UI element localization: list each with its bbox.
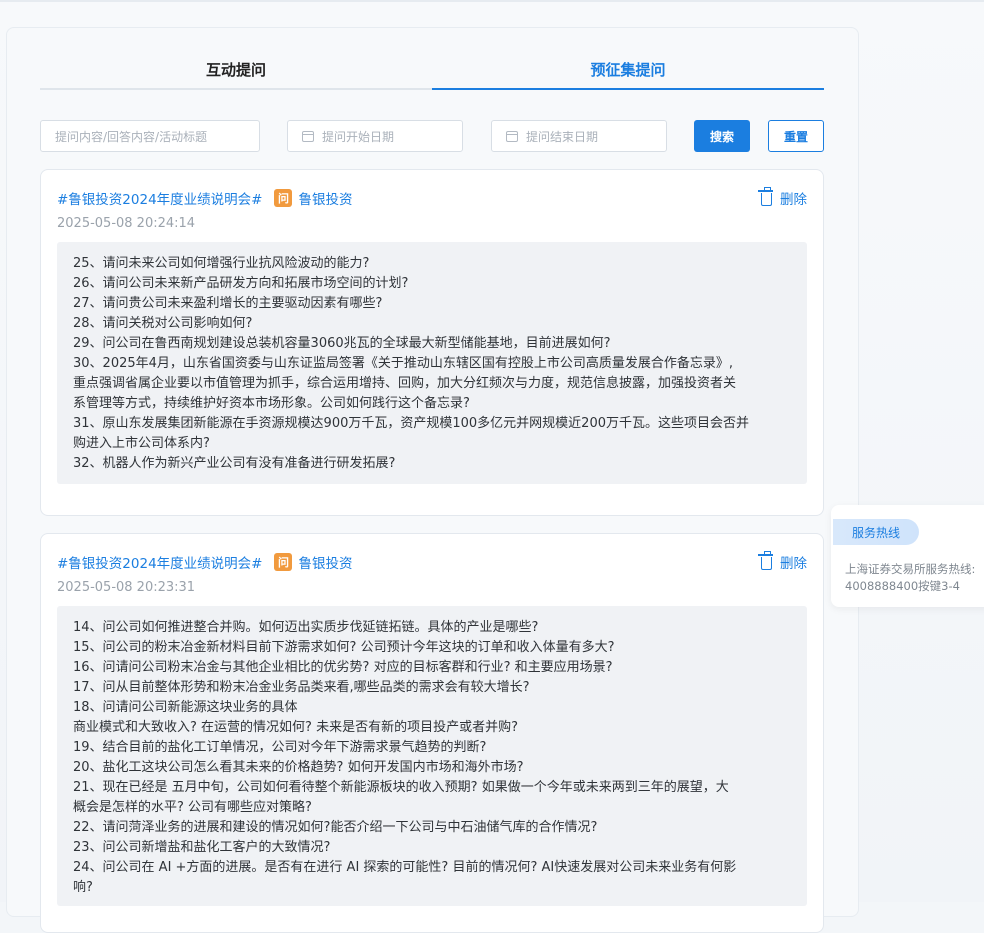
question-line: 24、问公司在 AI +方面的进展。是否有在进行 AI 探索的可能性? 目前的情… bbox=[73, 860, 737, 875]
delete-button[interactable]: 删除 bbox=[758, 187, 807, 208]
question-card: #鲁银投资2024年度业绩说明会# 问 鲁银投资 删除 2025-05-08 2… bbox=[40, 533, 824, 933]
question-line: 21、现在已经是 五月中旬，公司如何看待整个新能源板块的收入预期? 如果做一个今… bbox=[73, 780, 729, 795]
question-content: 14、问公司如何推进整合并购。如何迈出实质步伐延链拓链。具体的产业是哪些? 15… bbox=[57, 606, 807, 906]
question-line: 商业模式和大致收入? 在运营的情况如何? 未来是否有新的项目投产或者并购? bbox=[73, 720, 518, 735]
question-line: 17、问从目前整体形势和粉末冶金业务品类来看,哪些品类的需求会有较大增长? bbox=[73, 680, 530, 695]
start-date-input[interactable]: 提问开始日期 bbox=[287, 120, 463, 152]
calendar-icon bbox=[506, 130, 518, 142]
question-line: 30、2025年4月，山东省国资委与山东证监局签署《关于推动山东辖区国有控股上市… bbox=[73, 356, 734, 371]
search-button[interactable]: 搜索 bbox=[694, 120, 750, 152]
question-line: 31、原山东发展集团新能源在手资源规模达900万千瓦，资产规模100多亿元并网规… bbox=[73, 416, 749, 431]
event-tag-link[interactable]: #鲁银投资2024年度业绩说明会# bbox=[57, 188, 262, 208]
question-line: 23、问公司新增盐和盐化工客户的大致情况? bbox=[73, 840, 331, 855]
tab-bar: 互动提问 预征集提问 bbox=[40, 52, 824, 90]
question-line: 概会是怎样的水平? 公司有哪些应对策略? bbox=[73, 800, 312, 815]
question-line: 响? bbox=[73, 880, 93, 895]
delete-button[interactable]: 删除 bbox=[758, 551, 807, 572]
question-line: 重点强调省属企业要以市值管理为抓手，综合运用增持、回购，加大分红频次与力度，规范… bbox=[73, 376, 737, 391]
question-content: 25、请问未来公司如何增强行业抗风险波动的能力? 26、请问公司未来新产品研发方… bbox=[57, 242, 807, 484]
question-line: 25、请问未来公司如何增强行业抗风险波动的能力? bbox=[73, 256, 370, 271]
keyword-search-input[interactable]: 提问内容/回答内容/活动标题 bbox=[40, 120, 260, 152]
question-line: 28、请问关税对公司影响如何? bbox=[73, 316, 253, 331]
question-line: 22、请问菏泽业务的进展和建设的情况如何?能否介绍一下公司与中石油储气库的合作情… bbox=[73, 820, 598, 835]
end-date-input[interactable]: 提问结束日期 bbox=[491, 120, 667, 152]
reset-button[interactable]: 重置 bbox=[768, 120, 824, 152]
top-divider bbox=[0, 0, 984, 2]
event-tag-link[interactable]: #鲁银投资2024年度业绩说明会# bbox=[57, 552, 262, 572]
tab-interactive-questions[interactable]: 互动提问 bbox=[40, 52, 432, 88]
delete-label: 删除 bbox=[780, 556, 807, 572]
question-line: 18、问请问公司新能源这块业务的具体 bbox=[73, 700, 298, 715]
hotline-line-2: 4008888400按键3-4 bbox=[845, 579, 960, 593]
question-line: 15、问公司的粉末冶金新材料目前下游需求如何? 公司预计今年这块的订单和收入体量… bbox=[73, 640, 615, 655]
question-time: 2025-05-08 20:23:31 bbox=[57, 580, 196, 595]
question-line: 19、结合目前的盐化工订单情况，公司对今年下游需求景气趋势的判断? bbox=[73, 740, 487, 755]
card-header: #鲁银投资2024年度业绩说明会# 问 鲁银投资 bbox=[57, 552, 352, 572]
trash-icon bbox=[758, 551, 773, 570]
question-time: 2025-05-08 20:24:14 bbox=[57, 216, 196, 231]
keyword-placeholder: 提问内容/回答内容/活动标题 bbox=[55, 129, 208, 144]
hotline-text: 上海证券交易所服务热线: 4008888400按键3-4 bbox=[845, 561, 975, 595]
end-date-placeholder: 提问结束日期 bbox=[526, 129, 599, 144]
question-line: 16、问请问公司粉末冶金与其他企业相比的优劣势? 对应的目标客群和行业? 和主要… bbox=[73, 660, 613, 675]
start-date-placeholder: 提问开始日期 bbox=[322, 129, 395, 144]
delete-label: 删除 bbox=[780, 192, 807, 208]
question-line: 14、问公司如何推进整合并购。如何迈出实质步伐延链拓链。具体的产业是哪些? bbox=[73, 620, 539, 635]
question-line: 27、请问贵公司未来盈利增长的主要驱动因素有哪些? bbox=[73, 296, 383, 311]
card-header: #鲁银投资2024年度业绩说明会# 问 鲁银投资 bbox=[57, 188, 352, 208]
question-badge: 问 bbox=[274, 189, 293, 207]
question-card: #鲁银投资2024年度业绩说明会# 问 鲁银投资 删除 2025-05-08 2… bbox=[40, 169, 824, 516]
hotline-tag[interactable]: 服务热线 bbox=[833, 519, 919, 545]
calendar-icon bbox=[302, 130, 314, 142]
question-line: 20、盐化工这块公司怎么看其未来的价格趋势? 如何开发国内市场和海外市场? bbox=[73, 760, 524, 775]
question-badge: 问 bbox=[274, 553, 293, 571]
company-link[interactable]: 鲁银投资 bbox=[298, 188, 352, 208]
service-hotline-widget: 服务热线 上海证券交易所服务热线: 4008888400按键3-4 bbox=[831, 505, 984, 607]
tab-pre-collected-questions[interactable]: 预征集提问 bbox=[432, 52, 824, 90]
filter-bar: 提问内容/回答内容/活动标题 提问开始日期 提问结束日期 搜索 重置 bbox=[40, 120, 824, 152]
question-line: 29、问公司在鲁西南规划建设总装机容量3060兆瓦的全球最大新型储能基地，目前进… bbox=[73, 336, 611, 351]
question-line: 系管理等方式，持续维护好资本市场形象。公司如何践行这个备忘录? bbox=[73, 396, 470, 411]
trash-icon bbox=[758, 187, 773, 206]
company-link[interactable]: 鲁银投资 bbox=[298, 552, 352, 572]
question-line: 32、机器人作为新兴产业公司有没有准备进行研发拓展? bbox=[73, 456, 396, 471]
hotline-line-1: 上海证券交易所服务热线: bbox=[845, 562, 976, 576]
question-line: 购进入上市公司体系内? bbox=[73, 436, 210, 451]
question-line: 26、请问公司未来新产品研发方向和拓展市场空间的计划? bbox=[73, 276, 409, 291]
